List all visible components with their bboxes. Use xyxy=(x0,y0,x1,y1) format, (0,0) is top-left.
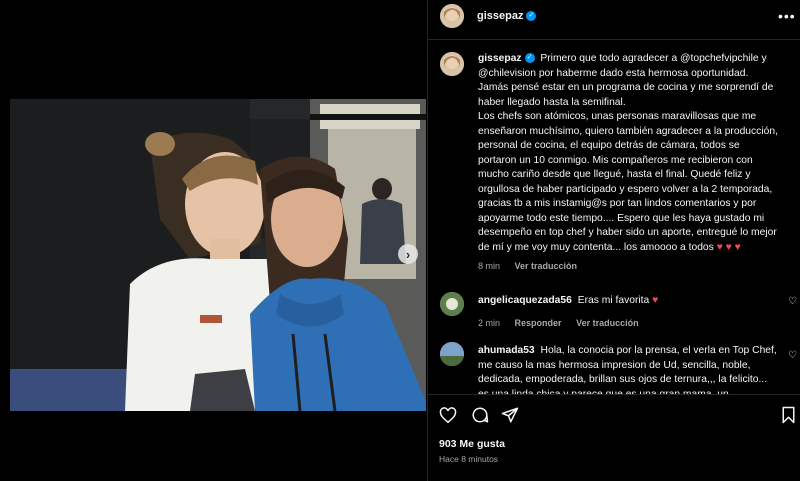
comment-bubble-icon[interactable] xyxy=(470,405,490,425)
reply-button[interactable]: Responder xyxy=(515,318,562,328)
photo-illustration xyxy=(10,99,426,411)
post-username[interactable]: gissepaz ✓ xyxy=(477,10,537,22)
caption-text: Primero que todo agradecer a @topchefvip… xyxy=(478,53,778,253)
comment-meta: 2 min Responder Ver traducción xyxy=(478,316,778,331)
more-dots-icon[interactable]: ••• xyxy=(778,8,796,24)
caption-meta: 8 min Ver traducción xyxy=(478,259,778,274)
avatar[interactable] xyxy=(440,342,464,366)
chevron-right-icon[interactable]: › xyxy=(398,244,418,264)
translate-link[interactable]: Ver traducción xyxy=(515,261,578,271)
comments-list: gissepaz ✓ Primero que todo agradecer a @… xyxy=(428,40,800,394)
translate-link[interactable]: Ver traducción xyxy=(576,318,639,328)
caption-time: 8 min xyxy=(478,261,501,271)
post-header: gissepaz ✓ ••• xyxy=(428,0,800,40)
comment-username[interactable]: angelicaquezada56 xyxy=(478,295,572,306)
avatar[interactable] xyxy=(440,292,464,316)
heart-emoji-icon: ♥ xyxy=(652,295,659,306)
paper-plane-icon[interactable] xyxy=(500,405,520,425)
heart-outline-icon[interactable]: ♡ xyxy=(788,350,797,361)
heart-outline-icon[interactable] xyxy=(438,405,458,425)
post-details-panel: gissepaz ✓ ••• gissepaz ✓ Primero que todo… xyxy=(427,0,800,481)
bookmark-icon[interactable] xyxy=(778,405,798,425)
avatar[interactable] xyxy=(440,52,464,76)
post-timestamp: Hace 8 minutos xyxy=(439,454,499,464)
likes-count[interactable]: 903 Me gusta xyxy=(439,438,505,450)
heart-emoji-icon: ♥ ♥ ♥ xyxy=(716,241,741,253)
verified-badge-icon: ✓ xyxy=(526,11,537,22)
comment-body: ahumada53 Hola, la conocia por la prensa… xyxy=(478,344,778,394)
post-actions: 903 Me gusta Hace 8 minutos xyxy=(428,394,800,481)
avatar[interactable] xyxy=(440,4,464,28)
caption-body: gissepaz ✓ Primero que todo agradecer a @… xyxy=(478,52,778,274)
caption-username[interactable]: gissepaz ✓ xyxy=(478,53,535,64)
heart-outline-icon[interactable]: ♡ xyxy=(788,296,797,307)
comment-body: angelicaquezada56 Eras mi favorita ♥ 2 m… xyxy=(478,294,778,330)
verified-badge-icon: ✓ xyxy=(524,53,535,64)
comment-text: Eras mi favorita xyxy=(577,295,650,306)
comment-username[interactable]: ahumada53 xyxy=(478,345,535,356)
media-panel: › xyxy=(0,0,427,481)
comment-time: 2 min xyxy=(478,317,501,328)
post-photo[interactable] xyxy=(10,99,426,411)
